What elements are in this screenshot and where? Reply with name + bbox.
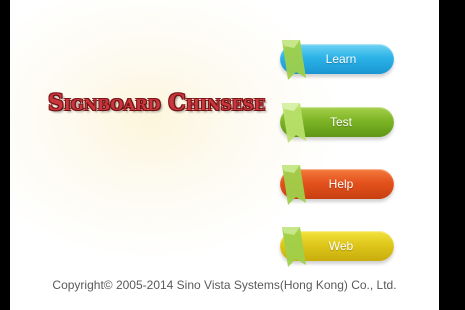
- web-button-label: Web: [328, 239, 354, 253]
- app-title: Signboard Chinsese: [48, 90, 266, 116]
- app-screen: Signboard Chinsese Learn Test Help Web C…: [10, 0, 439, 310]
- help-button-label: Help: [328, 177, 354, 191]
- ribbon-icon: [282, 40, 306, 80]
- learn-button-label: Learn: [325, 52, 357, 66]
- ribbon-icon: [282, 227, 306, 267]
- help-button[interactable]: Help: [280, 165, 394, 205]
- learn-button[interactable]: Learn: [280, 40, 394, 80]
- ribbon-icon: [282, 165, 306, 205]
- test-button-label: Test: [329, 115, 352, 129]
- ribbon-icon: [282, 103, 306, 143]
- copyright-text: Copyright© 2005-2014 Sino Vista Systems(…: [52, 278, 397, 292]
- test-button[interactable]: Test: [280, 103, 394, 143]
- web-button[interactable]: Web: [280, 227, 394, 267]
